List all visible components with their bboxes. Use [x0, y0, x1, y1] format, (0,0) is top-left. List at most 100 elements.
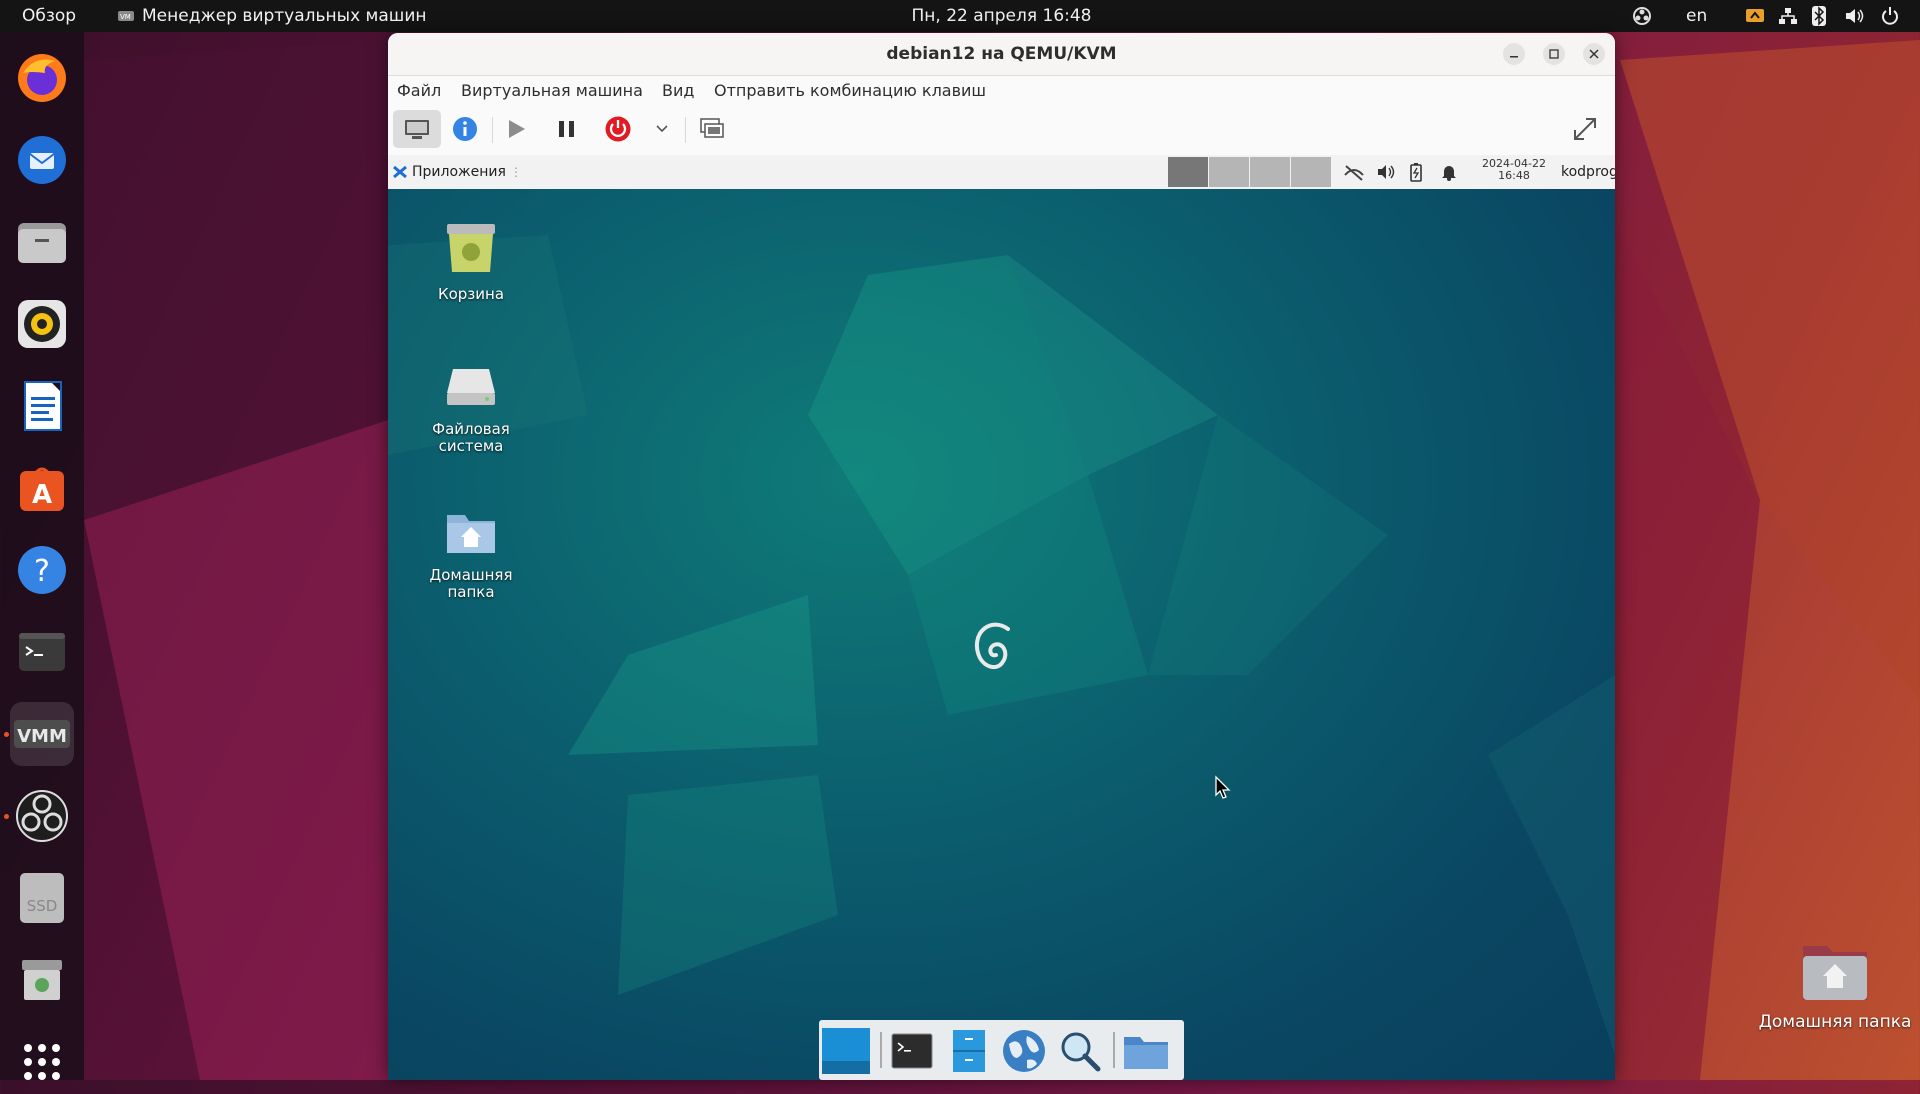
bluetooth-icon[interactable]: [1812, 0, 1826, 32]
toolbar-separator: [492, 117, 493, 143]
window-titlebar[interactable]: debian12 на QEMU/KVM: [388, 33, 1615, 76]
info-icon: [453, 117, 477, 141]
pause-icon: [559, 121, 574, 137]
battery-icon[interactable]: [1409, 162, 1423, 186]
xdock-app-finder[interactable]: [1055, 1026, 1105, 1076]
dock-trash[interactable]: [10, 948, 74, 1012]
dock-libreoffice-writer[interactable]: [10, 374, 74, 438]
host-desktop-home-folder[interactable]: Домашняя папка: [1750, 940, 1920, 1032]
menu-send-key[interactable]: Отправить комбинацию клавиш: [714, 76, 986, 105]
terminal-icon: [19, 633, 65, 671]
show-desktop-icon: [822, 1028, 870, 1074]
desktop-icon-label: Файловая система: [432, 420, 510, 455]
snapshots-button[interactable]: [692, 110, 732, 148]
home-folder-icon: [447, 515, 495, 553]
network-icon[interactable]: [1778, 0, 1798, 32]
svg-text:VMM: VMM: [17, 726, 67, 747]
show-details-button[interactable]: [445, 110, 485, 148]
guest-clock[interactable]: 2024-04-22 16:48: [1474, 158, 1554, 182]
running-indicator: [4, 814, 9, 819]
dock-terminal[interactable]: [10, 620, 74, 684]
menu-virtual-machine[interactable]: Виртуальная машина: [461, 76, 643, 105]
menu-file[interactable]: Файл: [397, 76, 441, 105]
show-console-button[interactable]: [393, 110, 441, 148]
desktop-icon-filesystem[interactable]: Файловая система: [411, 363, 531, 455]
close-icon: [1589, 49, 1599, 59]
workspace-2[interactable]: [1209, 157, 1249, 187]
xfce-logo-icon: [393, 165, 407, 179]
desktop-icon-home[interactable]: Домашняя папка: [411, 507, 531, 601]
shutdown-button[interactable]: [598, 110, 638, 148]
file-cabinet-icon: [953, 1030, 985, 1072]
menubar: Файл Виртуальная машина Вид Отправить ко…: [388, 76, 1615, 105]
vm-console-display[interactable]: Приложения ⋮ 2024-04-22 16:48 kodprog Ко…: [388, 155, 1615, 1080]
xdock-show-desktop[interactable]: [821, 1026, 871, 1076]
guest-volume-icon[interactable]: [1376, 163, 1396, 185]
globe-icon: [1003, 1030, 1045, 1072]
screen-share-icon[interactable]: [1745, 0, 1765, 32]
xdock-separator: [880, 1032, 882, 1068]
dock-obs-studio[interactable]: [10, 784, 74, 848]
app-center-icon: A: [20, 467, 64, 511]
pause-button[interactable]: [547, 110, 587, 148]
maximize-button[interactable]: [1543, 43, 1565, 65]
menu-view[interactable]: Вид: [662, 76, 694, 105]
folder-icon: [1124, 1037, 1168, 1069]
writer-icon: [24, 381, 62, 431]
dock-rhythmbox[interactable]: [10, 292, 74, 356]
dock-help[interactable]: ?: [10, 538, 74, 602]
home-folder-icon: [1803, 946, 1867, 1000]
svg-text:SSD: SSD: [27, 897, 58, 915]
close-button[interactable]: [1583, 43, 1605, 65]
applications-menu[interactable]: Приложения ⋮: [392, 155, 522, 189]
maximize-icon: [1549, 49, 1559, 59]
workspace-3[interactable]: [1250, 157, 1290, 187]
power-off-icon: [605, 116, 631, 142]
power-icon[interactable]: [1880, 0, 1900, 32]
minimize-icon: [1510, 56, 1518, 58]
host-folder-label: Домашняя папка: [1758, 1012, 1912, 1032]
desktop-icon-trash[interactable]: Корзина: [411, 220, 531, 303]
xfce-panel: Приложения ⋮ 2024-04-22 16:48 kodprog: [388, 155, 1615, 189]
xdock-terminal[interactable]: [887, 1026, 937, 1076]
window-title: debian12 на QEMU/KVM: [886, 44, 1117, 64]
shutdown-menu-dropdown[interactable]: [648, 110, 676, 148]
magnifier-icon: [1061, 1032, 1101, 1072]
xdock-file-manager[interactable]: [944, 1026, 994, 1076]
volume-icon[interactable]: [1844, 0, 1866, 32]
fullscreen-button[interactable]: [1565, 110, 1605, 148]
terminal-icon: [891, 1033, 933, 1069]
help-icon: ?: [18, 546, 66, 594]
fullscreen-icon: [1574, 118, 1596, 140]
xdock-web-browser[interactable]: [999, 1026, 1049, 1076]
snapshots-icon: [700, 118, 724, 138]
obs-icon: [16, 790, 68, 842]
dock-app-center[interactable]: A: [10, 456, 74, 520]
dock-firefox[interactable]: [10, 46, 74, 110]
guest-user[interactable]: kodprog: [1561, 155, 1615, 189]
toolbar-separator: [685, 117, 686, 143]
running-indicator: [4, 732, 9, 737]
desktop-icon-label: Корзина: [437, 285, 505, 303]
play-icon: [509, 120, 525, 138]
workspace-4[interactable]: [1291, 157, 1331, 187]
network-disconnected-icon[interactable]: [1343, 163, 1365, 185]
xdock-folder[interactable]: [1121, 1026, 1171, 1076]
grid-icon: [24, 1044, 60, 1080]
dock-thunderbird[interactable]: [10, 128, 74, 192]
keyboard-layout-indicator[interactable]: en: [1686, 0, 1707, 32]
workspace-1[interactable]: [1168, 157, 1208, 187]
monitor-icon: [405, 120, 429, 139]
dock-files[interactable]: [10, 210, 74, 274]
notifications-icon[interactable]: [1441, 163, 1457, 185]
dock-virt-manager[interactable]: VMM: [10, 702, 74, 766]
minimize-button[interactable]: [1503, 43, 1525, 65]
xdock-separator: [1113, 1032, 1115, 1068]
dock-ssd-drive[interactable]: SSD: [10, 866, 74, 930]
ssd-drive-icon: SSD: [20, 873, 64, 923]
desktop-icon-label: Домашняя папка: [429, 566, 513, 601]
show-apps-button[interactable]: [10, 1030, 74, 1094]
obs-tray-icon[interactable]: [1632, 0, 1652, 32]
run-button[interactable]: [496, 110, 536, 148]
toolbar: [388, 105, 1615, 153]
